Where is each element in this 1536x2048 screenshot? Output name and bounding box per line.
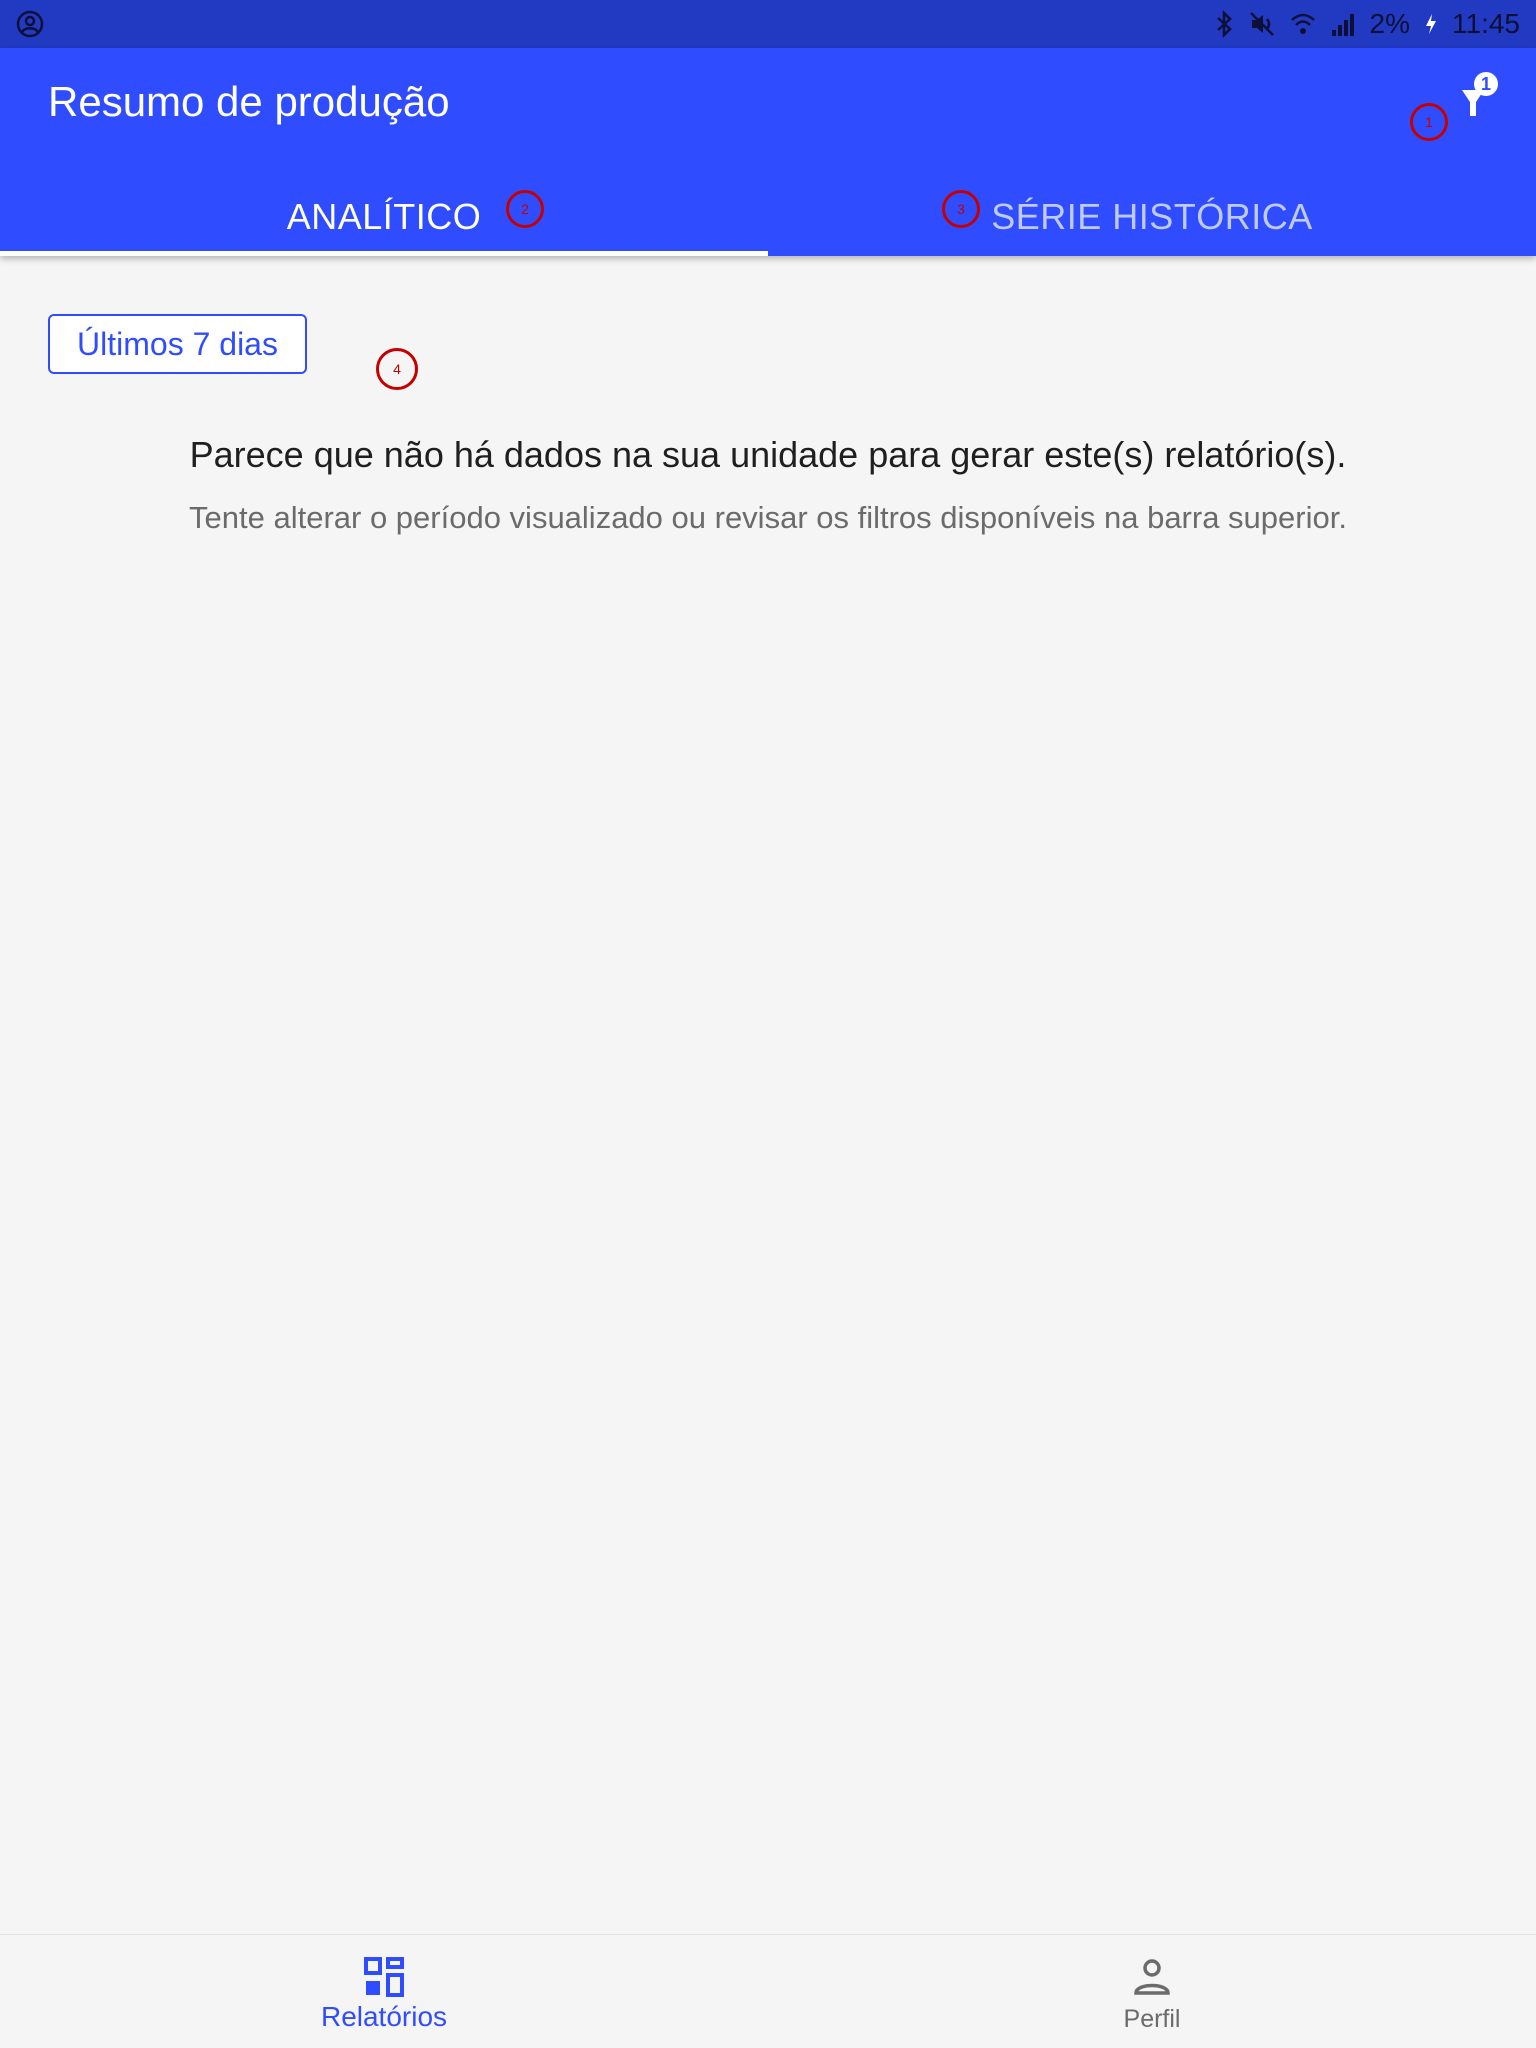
account-circle-icon (16, 10, 44, 38)
tab-serie-historica[interactable]: SÉRIE HISTÓRICA (768, 178, 1536, 256)
tab-indicator (0, 251, 768, 256)
period-filter-label: Últimos 7 dias (77, 325, 278, 362)
battery-percent: 2% (1369, 8, 1410, 39)
nav-relatorios-label: Relatórios (320, 2001, 448, 2032)
filter-button[interactable]: 1 (1448, 72, 1508, 132)
annotation-marker-1: 1 (1410, 103, 1448, 141)
empty-state-subtitle: Tente alterar o período visualizado ou r… (189, 500, 1347, 535)
tab-analitico[interactable]: ANALÍTICO (0, 178, 768, 256)
bottom-navigation: Relatórios Perfil (0, 1934, 1536, 2048)
bluetooth-icon (1214, 10, 1234, 38)
tab-analitico-label: ANALÍTICO (286, 196, 482, 237)
battery-charging-icon (1424, 10, 1438, 38)
tab-serie-historica-label: SÉRIE HISTÓRICA (991, 196, 1313, 237)
person-icon (1134, 1959, 1170, 1995)
filter-badge: 1 (1474, 72, 1498, 96)
annotation-marker-2: 2 (506, 190, 544, 228)
page-title: Resumo de produção (48, 78, 450, 125)
status-icons: 2% 11:45 (1214, 6, 1520, 42)
annotation-marker-3: 3 (942, 190, 980, 228)
nav-relatorios[interactable]: Relatórios (0, 1935, 768, 2048)
mute-icon (1248, 10, 1276, 38)
annotation-marker-4: 4 (376, 348, 418, 390)
nav-perfil-label: Perfil (1123, 2005, 1181, 2033)
period-filter-button[interactable]: Últimos 7 dias (48, 314, 307, 374)
nav-perfil[interactable]: Perfil (768, 1935, 1536, 2048)
app-bar: Resumo de produção 1 ANALÍTICO SÉRIE HIS… (0, 48, 1536, 256)
clock: 11:45 (1452, 8, 1520, 39)
dashboard-icon (364, 1957, 404, 1997)
empty-state-title: Parece que não há dados na sua unidade p… (189, 434, 1347, 475)
wifi-icon (1290, 10, 1316, 38)
signal-icon (1330, 10, 1356, 38)
status-bar: 2% 11:45 (0, 0, 1536, 48)
